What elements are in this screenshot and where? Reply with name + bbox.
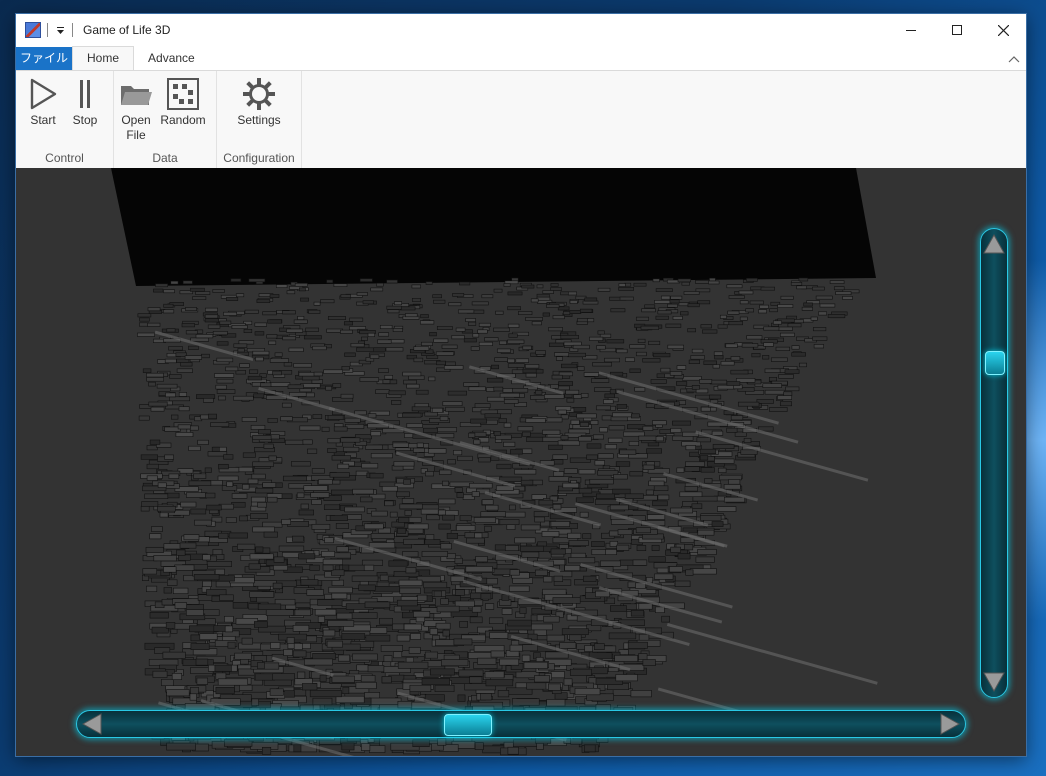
horizontal-scrollbar[interactable]: [76, 710, 966, 738]
title-bar: Game of Life 3D: [16, 14, 1026, 46]
ribbon-tab-strip: ファイル Home Advance: [16, 46, 1026, 71]
start-button-label: Start: [30, 113, 56, 127]
group-label-configuration: Configuration: [223, 151, 295, 165]
3d-viewport[interactable]: [16, 168, 1026, 756]
maximize-icon[interactable]: [934, 14, 980, 46]
3d-cells-render: [111, 168, 878, 756]
scroll-down-icon[interactable]: [981, 669, 1007, 695]
app-window: Game of Life 3D ファイル Home Advance Start …: [16, 14, 1026, 756]
window-title: Game of Life 3D: [83, 23, 171, 37]
open-file-button-label: Open File: [121, 113, 150, 143]
qat-separator: [47, 23, 48, 37]
stop-button[interactable]: Stop: [70, 77, 100, 128]
collapse-ribbon-icon[interactable]: [1008, 52, 1020, 63]
close-icon[interactable]: [980, 14, 1026, 46]
random-grid-icon: [167, 78, 199, 110]
stop-button-label: Stop: [72, 113, 98, 127]
ribbon-group-data: Open File Random Data: [114, 71, 217, 169]
open-file-button[interactable]: Open File: [120, 77, 152, 143]
vertical-scrollbar[interactable]: [980, 228, 1008, 698]
scroll-left-icon[interactable]: [79, 711, 105, 737]
random-button[interactable]: Random: [160, 77, 206, 128]
vertical-scroll-thumb[interactable]: [985, 351, 1005, 376]
random-button-label: Random: [160, 113, 206, 127]
ribbon-group-configuration: Settings Configuration: [217, 71, 302, 169]
pause-icon: [80, 80, 90, 108]
tab-home[interactable]: Home: [72, 46, 135, 70]
play-icon: [30, 78, 57, 110]
folder-icon: [121, 86, 152, 105]
horizontal-scroll-thumb[interactable]: [443, 714, 492, 736]
customize-qat-icon[interactable]: [54, 22, 66, 38]
gear-icon: [243, 78, 275, 110]
ribbon-group-control: Start Stop Control: [16, 71, 114, 169]
open-file-label-line1: Open: [121, 113, 151, 127]
app-cube-icon[interactable]: [25, 22, 41, 38]
settings-button-label: Settings: [237, 113, 281, 127]
scroll-up-icon[interactable]: [981, 231, 1007, 257]
qat-separator: [72, 23, 73, 37]
settings-button[interactable]: Settings: [235, 77, 283, 128]
group-label-data: Data: [152, 151, 178, 165]
start-button[interactable]: Start: [26, 77, 60, 128]
tab-advance[interactable]: Advance: [134, 47, 209, 70]
scroll-right-icon[interactable]: [937, 711, 963, 737]
group-label-control: Control: [45, 151, 84, 165]
ribbon-panel: Start Stop Control Open File Random Data…: [16, 71, 1026, 170]
tab-file[interactable]: ファイル: [16, 47, 72, 70]
window-controls: [888, 14, 1026, 46]
open-file-label-line2: File: [126, 128, 146, 142]
minimize-icon[interactable]: [888, 14, 934, 46]
